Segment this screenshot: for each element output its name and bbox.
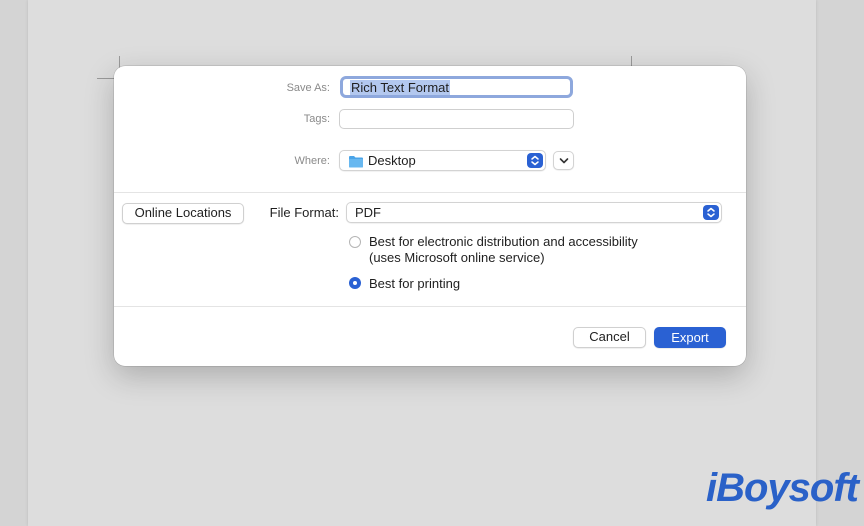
divider bbox=[114, 306, 746, 307]
watermark-logo: iBoysoft bbox=[706, 466, 859, 510]
online-locations-button[interactable]: Online Locations bbox=[122, 203, 244, 224]
export-dialog: Save As: Rich Text Format Tags: Where: D… bbox=[114, 66, 746, 366]
option-printing-label: Best for printing bbox=[369, 276, 461, 291]
save-as-label: Save As: bbox=[286, 82, 330, 94]
cancel-button[interactable]: Cancel bbox=[573, 327, 646, 348]
option-electronic-label: Best for electronic distribution and acc… bbox=[369, 234, 638, 249]
file-format-value: PDF bbox=[355, 205, 381, 220]
radio-electronic-distribution[interactable] bbox=[349, 236, 361, 248]
where-popup[interactable]: Desktop bbox=[339, 150, 546, 171]
chevron-up-down-icon bbox=[703, 205, 719, 220]
where-value: Desktop bbox=[368, 153, 416, 168]
divider bbox=[114, 192, 746, 193]
export-button[interactable]: Export bbox=[654, 327, 726, 348]
file-format-label: File Format: bbox=[269, 205, 339, 220]
tags-label: Tags: bbox=[303, 113, 330, 125]
option-electronic-sublabel: (uses Microsoft online service) bbox=[369, 250, 545, 265]
expand-button[interactable] bbox=[553, 151, 574, 170]
folder-icon bbox=[349, 156, 363, 168]
save-as-input[interactable]: Rich Text Format bbox=[340, 76, 573, 98]
where-label: Where: bbox=[294, 155, 330, 167]
save-as-value: Rich Text Format bbox=[350, 80, 451, 95]
radio-best-for-printing[interactable] bbox=[349, 277, 361, 289]
chevron-down-icon bbox=[559, 158, 569, 164]
tags-input[interactable] bbox=[339, 109, 574, 129]
file-format-popup[interactable]: PDF bbox=[346, 202, 722, 223]
chevron-up-down-icon bbox=[527, 153, 543, 168]
